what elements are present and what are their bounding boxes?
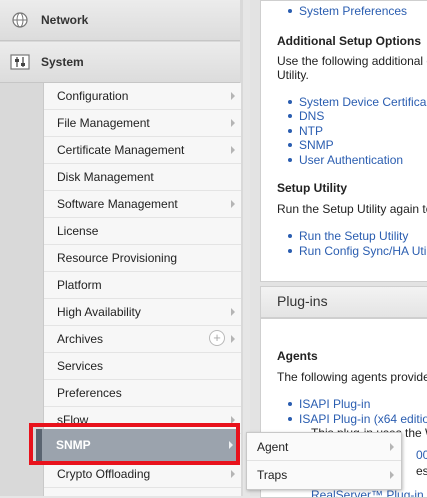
- menu-item-label: High Availability: [57, 305, 141, 319]
- navigation-panel: Network System Configuration File Manage…: [0, 0, 243, 496]
- chevron-right-icon: [231, 308, 235, 316]
- link-snmp[interactable]: SNMP: [299, 138, 334, 152]
- menu-item-label: Disk Management: [57, 170, 154, 184]
- menu-item-label: Services: [57, 359, 104, 373]
- main-content: System Preferences Additional Setup Opti…: [250, 0, 427, 498]
- menu-item-label: Configuration: [57, 89, 129, 103]
- selection-indicator: [36, 429, 42, 461]
- menu-item-certificate-management[interactable]: Certificate Management: [44, 137, 241, 164]
- add-icon[interactable]: +: [209, 330, 225, 346]
- bullet: [288, 249, 292, 253]
- chevron-right-icon: [231, 119, 235, 127]
- menu-item-crypto-offloading[interactable]: Crypto Offloading: [44, 461, 241, 488]
- menu-item-label: Archives: [57, 332, 104, 346]
- menu-item-label: License: [57, 224, 99, 238]
- setup-panel: System Preferences Additional Setup Opti…: [260, 0, 427, 282]
- nav-category-system[interactable]: System: [0, 42, 240, 83]
- plugins-header: Plug-ins: [260, 286, 427, 318]
- menu-item-software-management[interactable]: Software Management: [44, 191, 241, 218]
- section-text: Run the Setup Utility again to: [277, 202, 427, 216]
- flyout-item-traps[interactable]: Traps: [247, 461, 401, 488]
- chevron-right-icon: [231, 92, 235, 100]
- bullet: [288, 417, 292, 421]
- bullet: [288, 402, 292, 406]
- menu-item-label: sFlow: [57, 413, 89, 427]
- link-isapi-plugin[interactable]: ISAPI Plug-in: [299, 397, 370, 411]
- section-heading: Additional Setup Options: [277, 34, 421, 48]
- section-heading: Setup Utility: [277, 181, 348, 195]
- link-run-config-sync[interactable]: Run Config Sync/HA Uti: [299, 244, 426, 258]
- chevron-right-icon: [231, 335, 235, 343]
- chevron-right-icon: [390, 443, 394, 451]
- link-system-preferences[interactable]: System Preferences: [299, 4, 407, 18]
- menu-item-label: Resource Provisioning: [57, 251, 178, 265]
- bullet: [288, 100, 292, 104]
- system-icon: [10, 54, 30, 70]
- section-text: Use the following additional c: [277, 54, 427, 68]
- chevron-right-icon: [390, 471, 394, 479]
- menu-item-label: Preferences: [57, 386, 122, 400]
- bullet: [288, 158, 292, 162]
- bullet: [288, 114, 292, 118]
- flyout-item-agent[interactable]: Agent: [247, 433, 401, 461]
- section-text: es in: [416, 464, 427, 478]
- menu-item-high-availability[interactable]: High Availability: [44, 299, 241, 326]
- bullet: [288, 143, 292, 147]
- link-run-setup-utility[interactable]: Run the Setup Utility: [299, 229, 408, 243]
- menu-item-label: SNMP: [56, 438, 91, 452]
- menu-item-disk-management[interactable]: Disk Management: [44, 164, 241, 191]
- chevron-right-icon: [231, 200, 235, 208]
- chevron-right-icon: [229, 441, 233, 449]
- link-partial[interactable]: 008/II: [416, 448, 427, 462]
- menu-item-label: Certificate Management: [57, 143, 185, 157]
- menu-item-label: Software Management: [57, 197, 178, 211]
- menu-item-label: Platform: [57, 278, 102, 292]
- plugins-title: Plug-ins: [277, 293, 328, 309]
- chevron-right-icon: [231, 146, 235, 154]
- link-dns[interactable]: DNS: [299, 109, 324, 123]
- menu-item-snmp[interactable]: SNMP: [36, 429, 239, 461]
- menu-item-configuration[interactable]: Configuration: [44, 83, 241, 110]
- link-ntp[interactable]: NTP: [299, 124, 323, 138]
- link-system-device-certificate[interactable]: System Device Certifica: [299, 95, 426, 109]
- menu-item-preferences[interactable]: Preferences: [44, 380, 241, 407]
- link-user-authentication[interactable]: User Authentication: [299, 153, 403, 167]
- section-heading: Agents: [277, 349, 318, 363]
- network-icon: [12, 12, 28, 28]
- section-text: Utility.: [277, 68, 309, 82]
- bullet: [288, 234, 292, 238]
- bullet: [288, 129, 292, 133]
- bullet: [288, 9, 292, 13]
- menu-item-archives[interactable]: Archives +: [44, 326, 241, 353]
- nav-category-network[interactable]: Network: [0, 0, 240, 41]
- menu-item-platform[interactable]: Platform: [44, 272, 241, 299]
- flyout-item-label: Agent: [257, 440, 289, 454]
- link-isapi-plugin-x64[interactable]: ISAPI Plug-in (x64 editio: [299, 412, 427, 426]
- nav-category-label: System: [41, 55, 84, 69]
- menu-item-label: File Management: [57, 116, 150, 130]
- chevron-right-icon: [231, 416, 235, 424]
- flyout-item-label: Traps: [257, 468, 288, 482]
- menu-item-resource-provisioning[interactable]: Resource Provisioning: [44, 245, 241, 272]
- nav-category-label: Network: [41, 13, 89, 27]
- menu-item-license[interactable]: License: [44, 218, 241, 245]
- section-text: The following agents provide: [277, 370, 427, 384]
- snmp-flyout-menu: Agent Traps: [246, 432, 402, 490]
- chevron-right-icon: [231, 470, 235, 478]
- menu-item-services[interactable]: Services: [44, 353, 241, 380]
- menu-item-file-management[interactable]: File Management: [44, 110, 241, 137]
- menu-item-label: Crypto Offloading: [57, 467, 151, 481]
